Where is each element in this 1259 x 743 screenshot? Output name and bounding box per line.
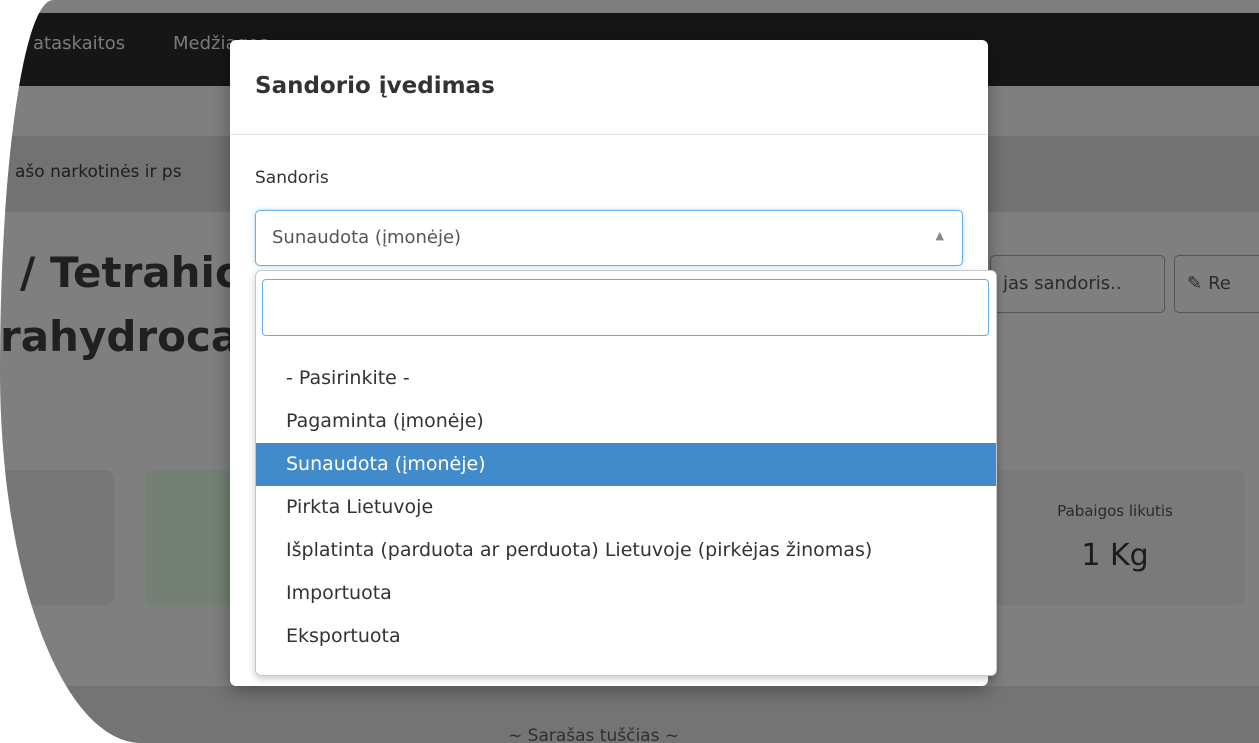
dropdown-option[interactable]: Išplatinta (parduota ar perduota) Lietuv… xyxy=(256,529,996,572)
dropdown-option[interactable]: Importuota xyxy=(256,572,996,615)
end-balance-card: Pabaigos likutis 1 Kg xyxy=(985,470,1245,605)
dropdown-option[interactable]: Pirkta Lietuvoje xyxy=(256,486,996,529)
dropdown-option[interactable]: - Pasirinkite - xyxy=(256,357,996,400)
page-title-line-2: rahydroca xyxy=(0,312,240,361)
caret-up-icon: ▲ xyxy=(935,229,944,242)
empty-list-text: ~ Sarašas tuščias ~ xyxy=(508,726,680,743)
dropdown-option[interactable]: Eksportuota xyxy=(256,615,996,658)
page-title-line-1: / Tetrahic xyxy=(20,248,240,297)
dropdown-option[interactable]: Pagaminta (įmonėje) xyxy=(256,400,996,443)
transaction-field-label: Sandoris xyxy=(255,168,329,188)
summary-card xyxy=(0,470,114,605)
edit-button[interactable]: ✎ Re xyxy=(1174,255,1259,313)
pencil-icon: ✎ xyxy=(1187,273,1203,294)
dropdown-search-input[interactable] xyxy=(262,279,989,336)
modal-title: Sandorio įvedimas xyxy=(255,73,495,99)
transaction-select-value: Sunaudota (įmonėje) xyxy=(272,227,462,248)
edit-button-label: Re xyxy=(1208,273,1231,294)
empty-list-area: ~ Sarašas tuščias ~ xyxy=(0,686,1259,743)
modal-header: Sandorio įvedimas xyxy=(230,40,988,135)
dropdown-option[interactable]: Sunaudota (įmonėje) xyxy=(256,443,996,486)
new-transaction-button[interactable]: jas sandoris.. xyxy=(990,255,1165,313)
end-balance-value: 1 Kg xyxy=(1081,538,1149,573)
end-balance-label: Pabaigos likutis xyxy=(1057,502,1173,520)
nav-link-reports[interactable]: ataskaitos xyxy=(33,33,125,54)
breadcrumb-text: ašo narkotinės ir ps xyxy=(15,162,182,182)
dropdown-options: - Pasirinkite - Pagaminta (įmonėje) Sunaud… xyxy=(256,357,996,658)
transaction-dropdown: - Pasirinkite - Pagaminta (įmonėje) Sunaud… xyxy=(255,270,997,676)
transaction-select[interactable]: Sunaudota (įmonėje) ▲ xyxy=(255,210,963,266)
